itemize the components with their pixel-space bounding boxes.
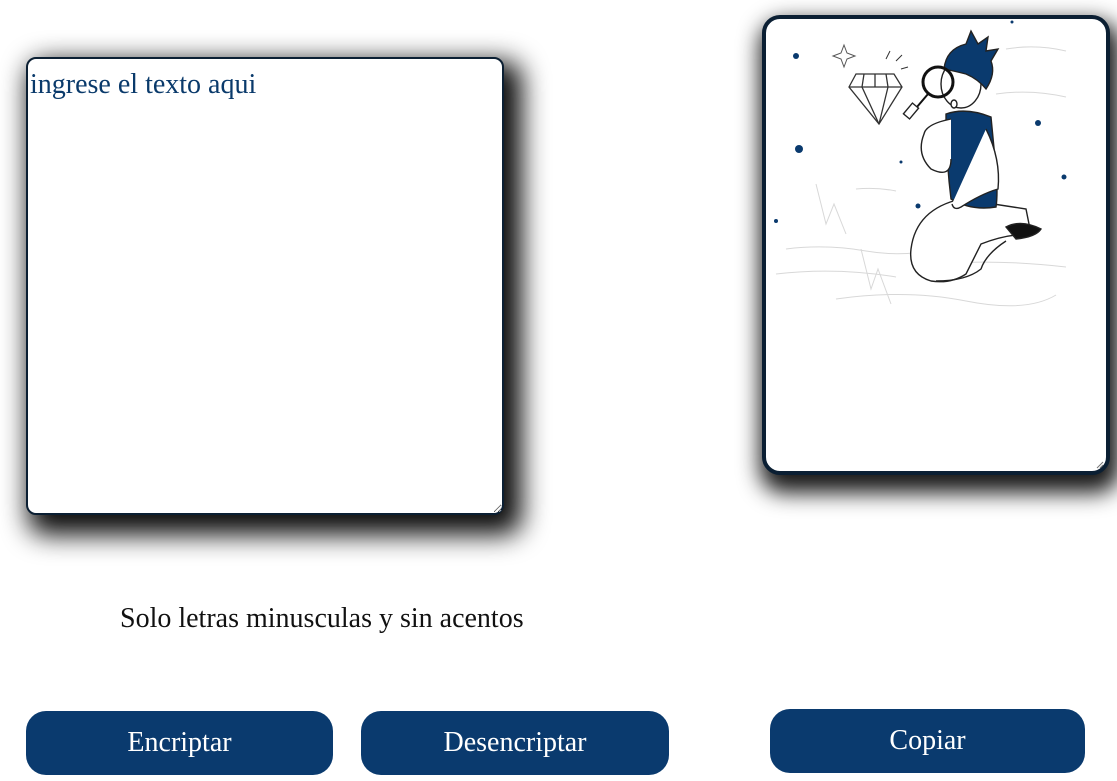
encryptor-page: Solo letras minusculas y sin acentos Enc… — [0, 0, 1117, 781]
text-input[interactable] — [26, 57, 504, 515]
hint-text: Solo letras minusculas y sin acentos — [120, 603, 524, 634]
no-message-illustration — [774, 20, 1067, 307]
copy-button[interactable]: Copiar — [770, 709, 1085, 773]
encrypt-button[interactable]: Encriptar — [26, 711, 333, 775]
output-panel[interactable] — [762, 15, 1110, 475]
decrypt-button[interactable]: Desencriptar — [361, 711, 669, 775]
resize-grip-icon[interactable] — [1094, 459, 1104, 469]
